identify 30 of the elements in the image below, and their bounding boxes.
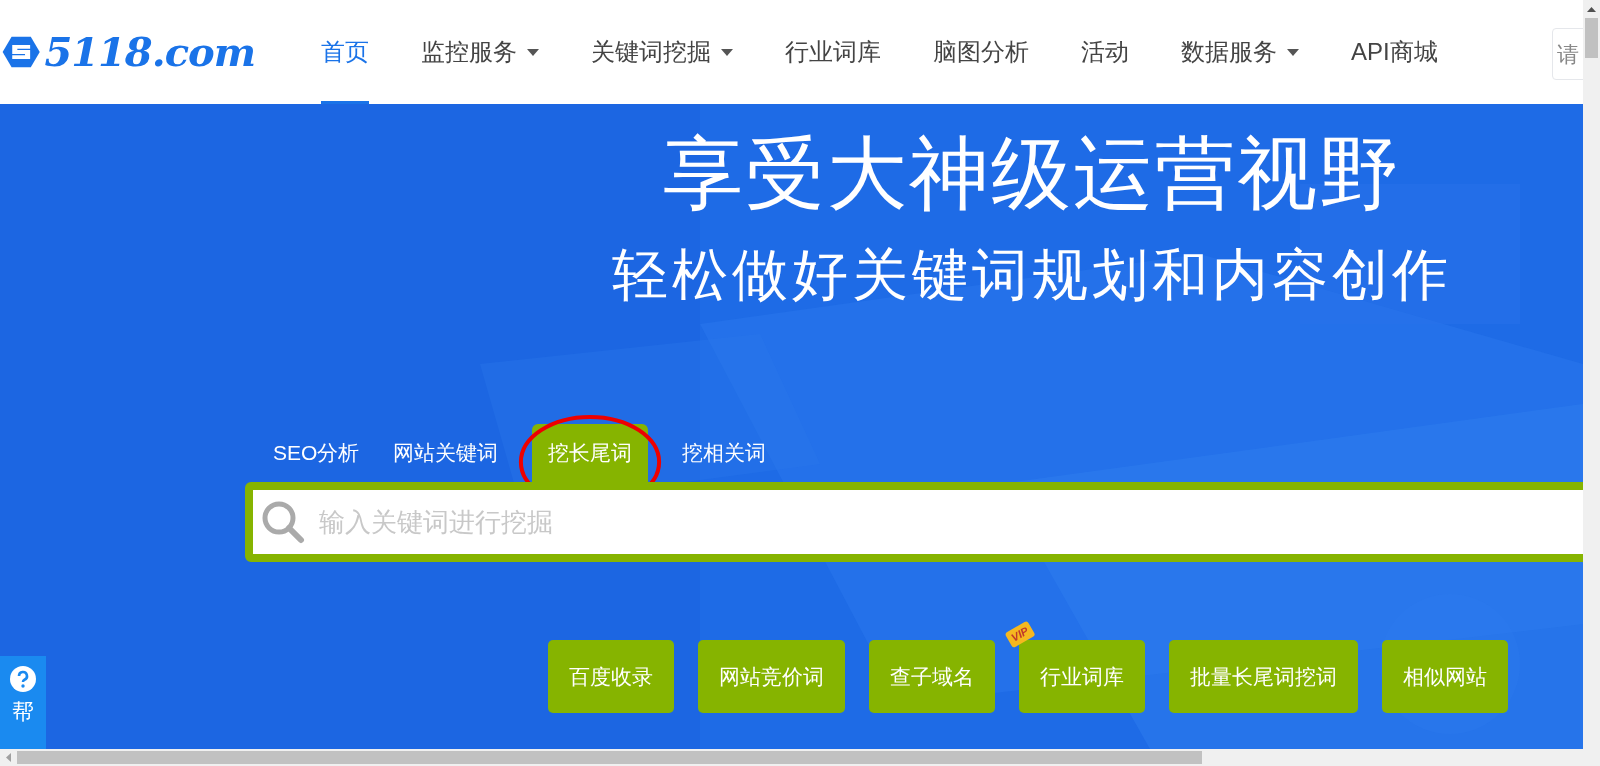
nav-item[interactable]: 关键词挖掘 bbox=[591, 0, 733, 104]
hero-subtitle: 轻松做好关键词规划和内容创作 bbox=[611, 242, 1452, 308]
search-tab[interactable]: 挖相关词 bbox=[666, 424, 783, 482]
nav-item[interactable]: 行业词库 bbox=[785, 0, 881, 104]
nav-item[interactable]: API商城 bbox=[1351, 0, 1438, 104]
quick-link-button[interactable]: 相似网站 bbox=[1382, 640, 1508, 713]
search-icon bbox=[261, 500, 305, 544]
header-search-field[interactable]: 请 bbox=[1552, 28, 1583, 80]
quick-link-button[interactable]: 行业词库 bbox=[1019, 640, 1145, 713]
horizontal-scrollbar[interactable] bbox=[0, 749, 1600, 766]
nav-item[interactable]: 活动 bbox=[1081, 0, 1129, 104]
help-widget[interactable]: 帮 bbox=[0, 656, 46, 749]
quick-link-button[interactable]: 查子域名 bbox=[869, 640, 995, 713]
quick-link-button[interactable]: 批量长尾词挖词 bbox=[1169, 640, 1358, 713]
search-tab[interactable]: SEO分析 bbox=[257, 424, 376, 482]
scrollbar-thumb[interactable] bbox=[17, 751, 1202, 764]
search-tab[interactable]: 网站关键词 bbox=[377, 424, 515, 482]
nav-item[interactable]: 脑图分析 bbox=[933, 0, 1029, 104]
logo[interactable]: 5118.com bbox=[2, 22, 255, 82]
question-icon bbox=[10, 666, 36, 692]
quick-link-button[interactable]: 百度收录 bbox=[548, 640, 674, 713]
search-tab[interactable]: 挖长尾词 bbox=[532, 424, 649, 482]
scroll-left-icon[interactable] bbox=[5, 753, 11, 762]
nav-item[interactable]: 监控服务 bbox=[421, 0, 539, 104]
quick-link-button[interactable]: 网站竞价词 bbox=[698, 640, 845, 713]
hero-title: 享受大神级运营视野 bbox=[662, 128, 1401, 220]
scrollbar-thumb[interactable] bbox=[1585, 18, 1598, 58]
nav-item[interactable]: 数据服务 bbox=[1181, 0, 1299, 104]
vertical-scrollbar[interactable] bbox=[1583, 0, 1600, 749]
scroll-up-icon[interactable] bbox=[1587, 6, 1596, 12]
